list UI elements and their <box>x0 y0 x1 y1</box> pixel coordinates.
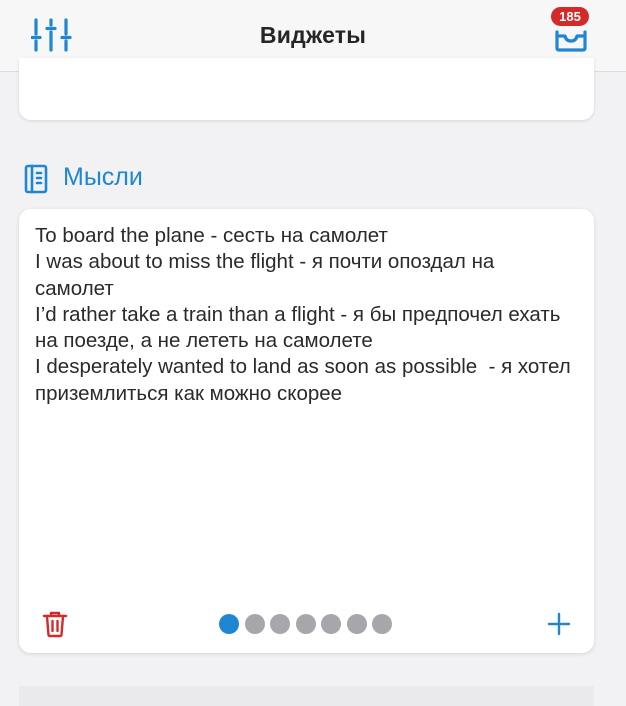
next-widget-card <box>19 686 594 706</box>
previous-widget-card <box>19 58 594 120</box>
section-title: Мысли <box>63 163 143 191</box>
page-dot-7[interactable] <box>372 614 392 634</box>
add-button[interactable] <box>546 611 572 637</box>
page-dot-2[interactable] <box>244 614 265 634</box>
delete-button[interactable] <box>42 610 68 638</box>
page-dot-1[interactable] <box>219 614 239 634</box>
page-dot-5[interactable] <box>321 614 341 634</box>
trash-icon <box>42 611 68 638</box>
note-card[interactable]: To board the plane - сесть на самолет I … <box>19 209 594 653</box>
page-dot-6[interactable] <box>346 614 367 634</box>
notification-badge: 185 <box>551 7 589 26</box>
notebook-icon <box>24 164 48 194</box>
plus-icon <box>547 612 571 636</box>
page-dot-3[interactable] <box>270 614 290 634</box>
page-title: Виджеты <box>259 22 367 48</box>
note-text[interactable]: To board the plane - сесть на самолет I … <box>35 223 575 407</box>
page-dot-4[interactable] <box>295 614 316 634</box>
